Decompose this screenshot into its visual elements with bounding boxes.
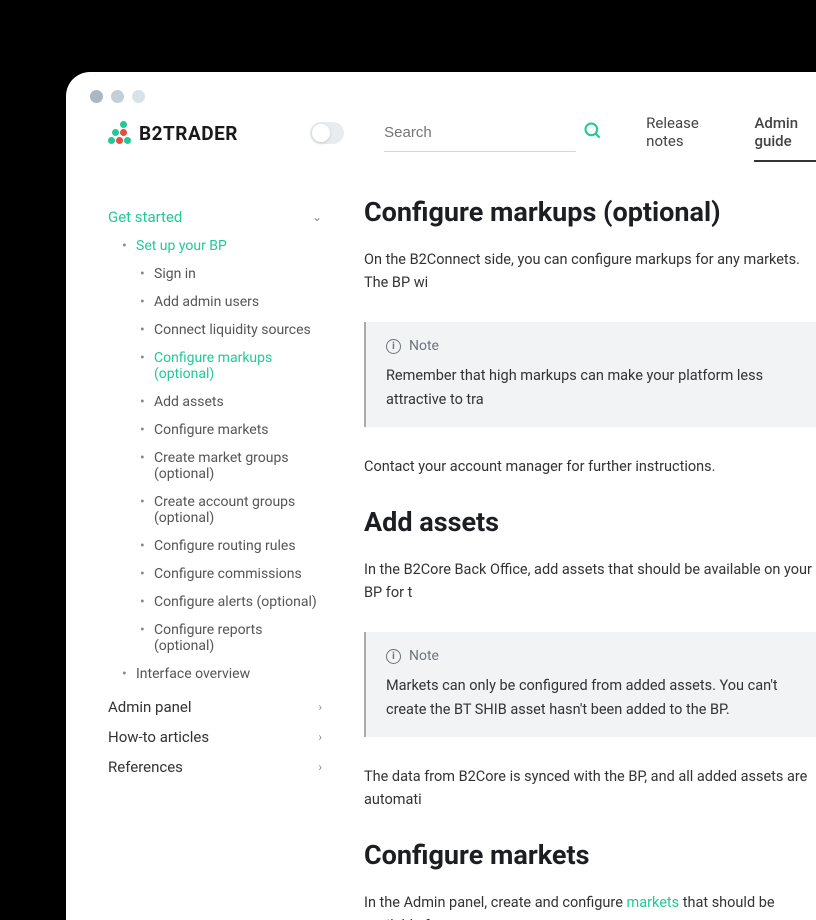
note-body: Markets can only be configured from adde… [386,674,796,720]
nav-item[interactable]: Configure commissions [126,560,322,588]
toggle-thumb [312,124,330,142]
nav-references[interactable]: References › [108,752,322,782]
logo[interactable]: B2TRADER [108,121,238,145]
chevron-right-icon: › [318,730,322,744]
chevron-right-icon: › [318,700,322,714]
window-controls [90,90,145,103]
markets-link[interactable]: markets [627,894,680,911]
layout: Get started ⌄ Set up your BP Sign in Add… [66,184,816,920]
heading-add-assets: Add assets [364,506,816,538]
nav-label: References [108,758,183,776]
nav-item[interactable]: Connect liquidity sources [126,316,322,344]
nav-set-up-bp[interactable]: Set up your BP [108,232,322,260]
chevron-right-icon: › [318,760,322,774]
note-header: i Note [386,648,796,664]
theme-toggle[interactable] [310,122,344,144]
search-icon[interactable] [583,121,603,145]
tabs: Release notes Admin guide [646,104,816,162]
heading-configure-markets: Configure markets [364,839,816,871]
search-input[interactable] [384,124,583,141]
nav-label: Get started [108,208,182,226]
app-window: B2TRADER Release notes Admin guide Get s… [66,72,816,920]
nav-item[interactable]: Configure alerts (optional) [126,588,322,616]
paragraph: The data from B2Core is synced with the … [364,765,816,811]
tab-release-notes[interactable]: Release notes [646,104,714,162]
header: B2TRADER Release notes Admin guide [66,72,816,184]
text: In the Admin panel, create and configure [364,894,627,911]
paragraph: Contact your account manager for further… [364,455,816,478]
chevron-down-icon: ⌄ [312,210,322,224]
note-label: Note [409,338,439,354]
note-header: i Note [386,338,796,354]
nav-item[interactable]: Configure reports (optional) [126,616,322,660]
nav-item[interactable]: Sign in [126,260,322,288]
heading-configure-markups: Configure markups (optional) [364,196,816,228]
info-icon: i [386,339,401,354]
nav-item[interactable]: Create market groups (optional) [126,444,322,488]
nav-interface-overview[interactable]: Interface overview [108,660,322,688]
nav-item[interactable]: Configure markets [126,416,322,444]
paragraph: In the Admin panel, create and configure… [364,891,816,920]
nav-item[interactable]: Create account groups (optional) [126,488,322,532]
sidebar: Get started ⌄ Set up your BP Sign in Add… [66,184,334,920]
nav-get-started[interactable]: Get started ⌄ [108,202,322,232]
nav-label: Admin panel [108,698,192,716]
nav-item-active[interactable]: Configure markups (optional) [126,344,322,388]
paragraph: On the B2Connect side, you can configure… [364,248,816,294]
logo-text: B2TRADER [139,122,238,145]
info-icon: i [386,649,401,664]
window-dot [111,90,124,103]
window-dot [132,90,145,103]
window-dot [90,90,103,103]
nav-item[interactable]: Add assets [126,388,322,416]
tab-admin-guide[interactable]: Admin guide [754,104,816,162]
nav-item[interactable]: Add admin users [126,288,322,316]
main-content: Configure markups (optional) On the B2Co… [334,184,816,920]
nav-admin-panel[interactable]: Admin panel › [108,692,322,722]
paragraph: In the B2Core Back Office, add assets th… [364,558,816,604]
note-box: i Note Remember that high markups can ma… [364,322,816,426]
search-box[interactable] [384,115,576,152]
note-label: Note [409,648,439,664]
note-body: Remember that high markups can make your… [386,364,796,410]
nav-howto[interactable]: How-to articles › [108,722,322,752]
logo-icon [108,121,132,145]
nav-label: How-to articles [108,728,209,746]
note-box: i Note Markets can only be configured fr… [364,632,816,736]
nav-item[interactable]: Configure routing rules [126,532,322,560]
